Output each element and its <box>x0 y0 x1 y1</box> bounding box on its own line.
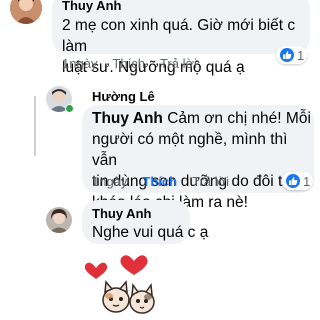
online-status-dot <box>65 104 74 113</box>
avatar-image <box>10 0 42 24</box>
comment-time[interactable]: 1ngày <box>92 174 127 189</box>
comment-text-line: người có một nghề, mình thì vẫn <box>92 131 288 169</box>
heart-sticker-icon <box>120 255 148 275</box>
like-button[interactable]: Thích <box>112 56 145 71</box>
cat-sticker-icon <box>129 282 155 314</box>
sticker[interactable] <box>82 252 172 320</box>
comment-author[interactable]: Thuy Anh <box>62 0 300 14</box>
comment-author[interactable]: Hường Lê <box>92 89 155 105</box>
comment-actions: 1ngày Thích Trả lời <box>62 56 197 71</box>
comment-text-segment: Cảm ơn chị nhé! Mỗi <box>162 110 311 127</box>
heart-sticker-icon <box>84 262 108 279</box>
comment-text-line: Nghe vui quá c ạ <box>92 224 209 241</box>
reaction-count: 1 <box>297 47 305 63</box>
comment-time[interactable]: 1ngày <box>62 56 97 71</box>
reaction-count: 1 <box>303 173 311 189</box>
reply-button[interactable]: Trả lời <box>160 56 197 71</box>
avatar[interactable] <box>46 207 72 233</box>
like-reaction-icon <box>279 47 295 63</box>
comment-author[interactable]: Thuy Anh <box>92 206 180 222</box>
avatar[interactable] <box>10 0 42 24</box>
reply-button[interactable]: Trả lời <box>192 174 229 189</box>
comment-bubble: Thuy Anh 2 mẹ con xinh quá. Giờ mới biết… <box>52 0 310 76</box>
avatar-image <box>46 207 72 233</box>
thread-line <box>34 96 36 156</box>
like-reaction-icon <box>285 173 301 189</box>
comment-actions: 1ngày Thích Trả lời <box>92 174 229 189</box>
reaction-summary[interactable]: 1 <box>282 172 314 190</box>
like-button[interactable]: Thích <box>142 174 177 189</box>
comment-bubble: Thuy Anh Nghe vui quá c ạ <box>82 200 209 244</box>
comment-text-line: 2 mẹ con xinh quá. Giờ mới biết c làm <box>62 17 296 55</box>
cat-sticker-icon <box>102 280 130 313</box>
mention-link[interactable]: Thuy Anh <box>92 110 163 127</box>
comment-text-line: Thuy Anh Cảm ơn chị nhé! Mỗi <box>92 108 311 129</box>
reaction-summary[interactable]: 1 <box>276 46 308 64</box>
